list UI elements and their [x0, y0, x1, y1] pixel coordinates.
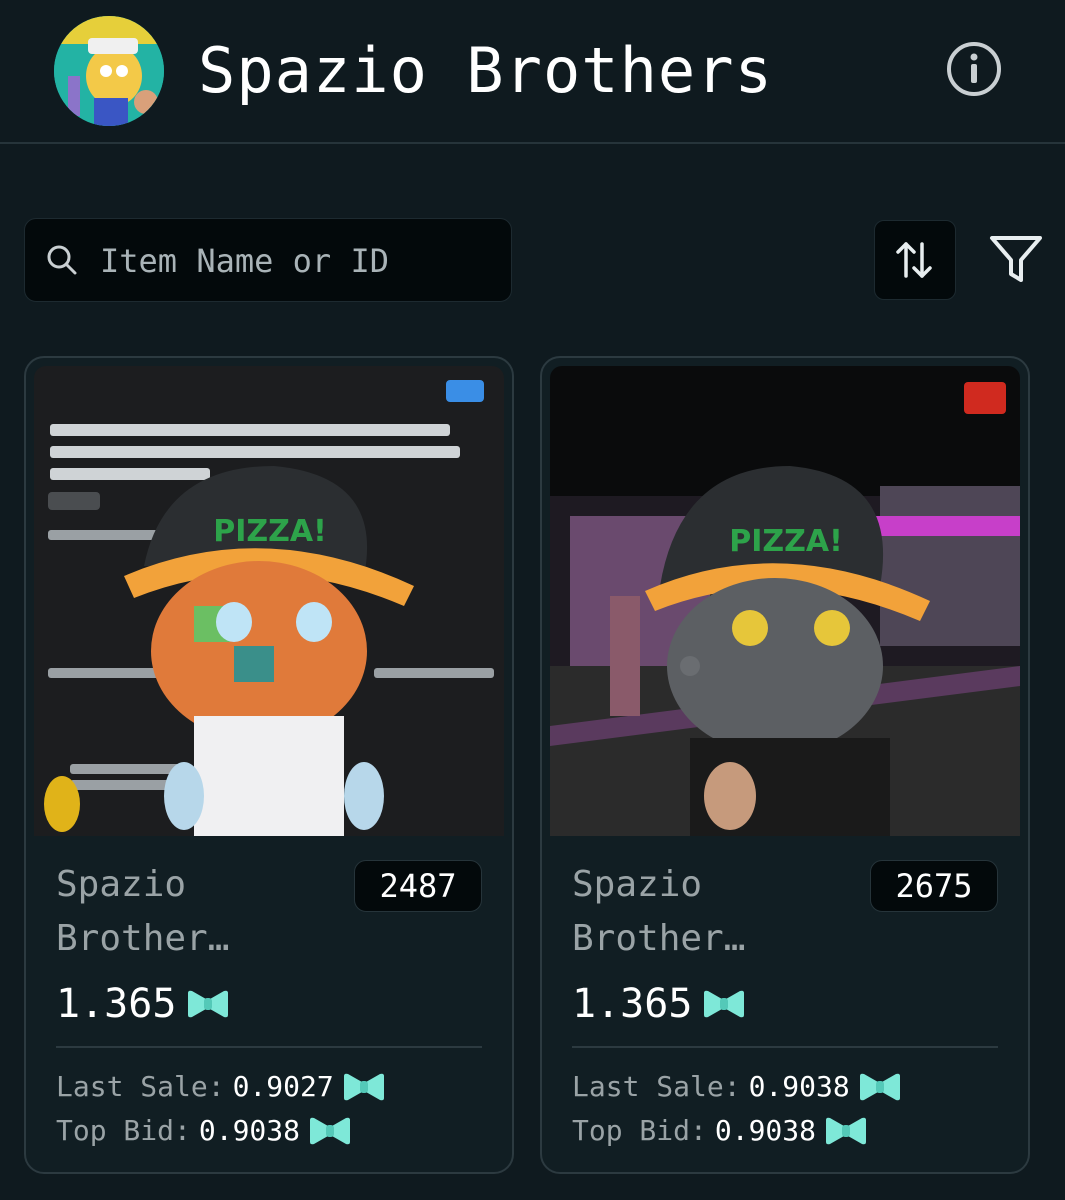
- nft-image[interactable]: PIZZA!: [550, 366, 1020, 836]
- app-header: Spazio Brothers: [0, 0, 1065, 144]
- svg-text:PIZZA!: PIZZA!: [213, 514, 327, 549]
- price-value: 1.365: [56, 981, 177, 1027]
- bow-tie-currency-icon: [859, 1073, 900, 1101]
- collection-avatar[interactable]: [54, 16, 164, 126]
- search-icon: [46, 244, 78, 276]
- item-name[interactable]: Spazio Brother…: [572, 858, 862, 966]
- top-bid-value: 0.9038: [198, 1114, 301, 1147]
- top-bid-value: 0.9038: [714, 1114, 817, 1147]
- nft-card[interactable]: PIZZA! Spazio Brother… 2487 1.365 Last S…: [24, 356, 514, 1174]
- avatar-art: [54, 16, 164, 126]
- filter-button[interactable]: [988, 232, 1044, 288]
- top-bid-label: Top Bid:: [572, 1114, 707, 1147]
- top-bid-label: Top Bid:: [56, 1114, 191, 1147]
- divider: [572, 1046, 998, 1048]
- bow-tie-currency-icon: [704, 990, 745, 1018]
- nft-artwork-night-scene: PIZZA!: [550, 366, 1020, 836]
- top-bid-row: Top Bid: 0.9038: [56, 1112, 352, 1150]
- sort-arrows-icon: [896, 242, 932, 278]
- divider: [56, 1046, 482, 1048]
- nft-card[interactable]: PIZZA! Spazio Brother… 2675 1.365 Last S…: [540, 356, 1030, 1174]
- svg-text:PIZZA!: PIZZA!: [729, 524, 843, 559]
- bow-tie-currency-icon: [310, 1117, 351, 1145]
- search-input[interactable]: [100, 238, 490, 284]
- sort-button[interactable]: [874, 220, 956, 300]
- last-sale-value: 0.9038: [748, 1070, 850, 1103]
- item-price: 1.365: [56, 978, 230, 1030]
- bow-tie-currency-icon: [343, 1073, 384, 1101]
- top-bid-row: Top Bid: 0.9038: [572, 1112, 868, 1150]
- page-title: Spazio Brothers: [198, 34, 773, 107]
- last-sale-label: Last Sale:: [56, 1070, 225, 1103]
- bow-tie-currency-icon: [826, 1117, 867, 1145]
- item-id-badge: 2675: [870, 860, 998, 912]
- last-sale-row: Last Sale: 0.9027: [56, 1068, 386, 1106]
- nft-image[interactable]: PIZZA!: [34, 366, 504, 836]
- info-icon[interactable]: [946, 41, 1002, 97]
- item-price: 1.365: [572, 978, 746, 1030]
- last-sale-row: Last Sale: 0.9038: [572, 1068, 902, 1106]
- item-id-badge: 2487: [354, 860, 482, 912]
- price-value: 1.365: [572, 981, 693, 1027]
- last-sale-label: Last Sale:: [572, 1070, 741, 1103]
- nft-artwork-reddit-background: PIZZA!: [34, 366, 504, 836]
- last-sale-value: 0.9027: [232, 1070, 334, 1103]
- item-name[interactable]: Spazio Brother…: [56, 858, 346, 966]
- bow-tie-currency-icon: [188, 990, 229, 1018]
- filter-funnel-icon: [990, 236, 1042, 282]
